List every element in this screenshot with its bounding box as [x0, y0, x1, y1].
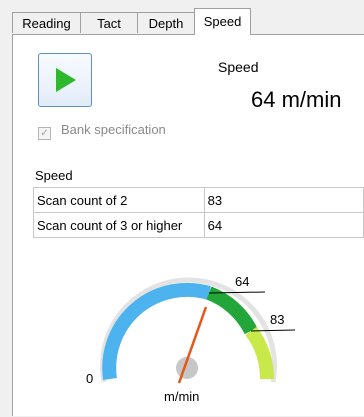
gauge-arc-yellow-green [245, 326, 275, 380]
gauge-marker-83-label: 83 [270, 312, 284, 327]
tab-strip: Reading Tact Depth Speed [0, 0, 364, 35]
gauge-min-label: 0 [86, 371, 93, 386]
speed-gauge: 64 83 0 m/min [86, 274, 296, 404]
speed-panel: Speed 64 m/min ✓ Bank specification Spee… [12, 34, 364, 416]
gauge-marker-64-label: 64 [235, 274, 249, 289]
tab-tact[interactable]: Tact [80, 12, 138, 33]
gauge-unit-label: m/min [164, 389, 199, 404]
tab-speed[interactable]: Speed [194, 8, 251, 35]
tab-depth[interactable]: Depth [137, 12, 195, 33]
tab-reading[interactable]: Reading [12, 12, 81, 33]
